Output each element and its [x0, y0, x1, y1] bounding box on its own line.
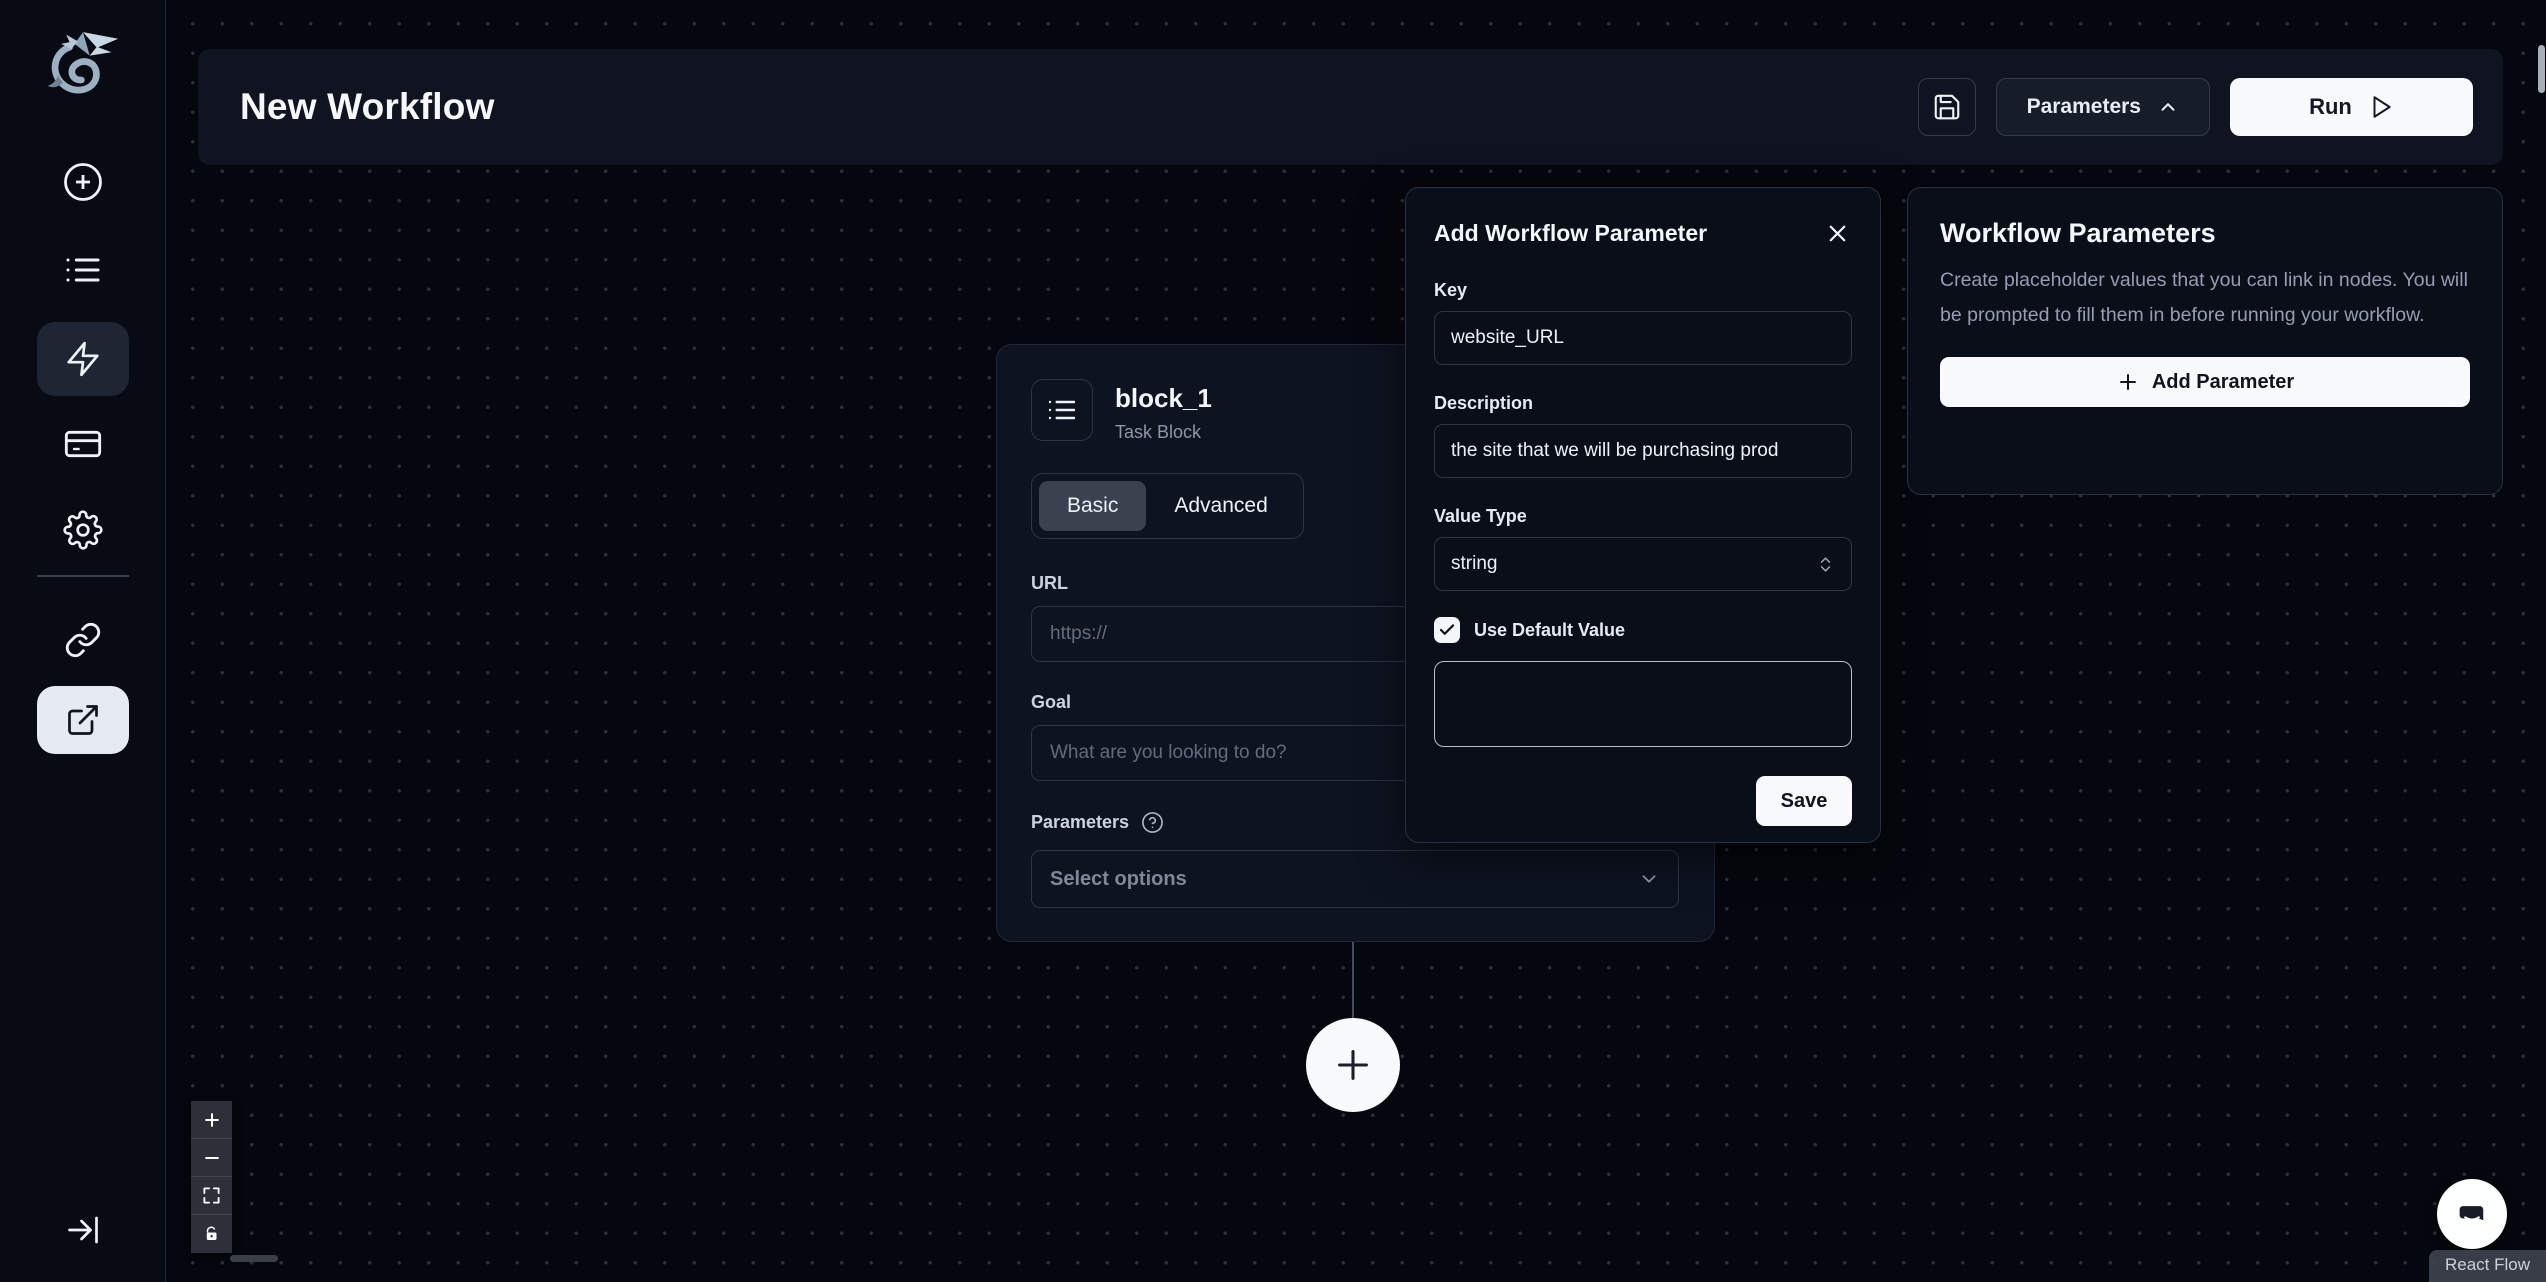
list-icon[interactable]	[61, 248, 105, 292]
value-type-value: string	[1451, 553, 1497, 575]
canvas-controls	[191, 1101, 232, 1253]
key-label: Key	[1434, 280, 1852, 301]
zoom-out-icon[interactable]	[191, 1139, 232, 1177]
sidebar-divider	[37, 575, 129, 577]
add-workflow-parameter-modal: Add Workflow Parameter Key Description V…	[1405, 187, 1881, 843]
use-default-label: Use Default Value	[1474, 620, 1625, 641]
chat-widget-button[interactable]	[2437, 1179, 2507, 1249]
save-button[interactable]: Save	[1756, 776, 1852, 826]
parameters-multiselect[interactable]: Select options	[1031, 850, 1679, 908]
parameters-label: Parameters	[1031, 812, 1129, 833]
run-button[interactable]: Run	[2230, 78, 2473, 136]
run-button-label: Run	[2309, 94, 2352, 120]
use-default-checkbox[interactable]	[1434, 617, 1460, 643]
description-input[interactable]	[1434, 424, 1852, 478]
react-flow-attribution[interactable]: React Flow	[2429, 1250, 2546, 1282]
link-icon[interactable]	[61, 618, 105, 662]
key-input[interactable]	[1434, 311, 1852, 365]
block-tab-group: Basic Advanced	[1031, 473, 1304, 539]
play-icon	[2368, 94, 2394, 120]
save-button[interactable]	[1918, 78, 1976, 136]
tab-advanced[interactable]: Advanced	[1146, 481, 1295, 531]
workflow-header: New Workflow Parameters Run	[198, 49, 2503, 165]
tab-basic[interactable]: Basic	[1039, 481, 1146, 531]
plus-circle-icon[interactable]	[61, 160, 105, 204]
add-parameter-label: Add Parameter	[2152, 371, 2294, 394]
modal-title: Add Workflow Parameter	[1434, 220, 1707, 247]
workflow-edge	[1352, 942, 1354, 1020]
zoom-in-icon[interactable]	[191, 1101, 232, 1139]
gear-icon[interactable]	[61, 508, 105, 552]
plus-icon	[1330, 1042, 1376, 1088]
value-type-label: Value Type	[1434, 506, 1852, 527]
workflow-parameters-panel: Workflow Parameters Create placeholder v…	[1907, 187, 2503, 495]
close-icon[interactable]	[1822, 218, 1852, 248]
panel-title: Workflow Parameters	[1940, 218, 2470, 249]
sidebar	[0, 0, 166, 1282]
page-title: New Workflow	[240, 86, 495, 128]
external-link-icon[interactable]	[37, 686, 129, 754]
chat-bubble-icon	[2454, 1196, 2490, 1232]
check-icon	[1438, 621, 1456, 639]
parameters-button-label: Parameters	[2027, 95, 2141, 119]
plus-icon	[2116, 370, 2140, 394]
fit-view-icon[interactable]	[191, 1177, 232, 1215]
floppy-disk-icon	[1932, 92, 1962, 122]
lock-icon[interactable]	[191, 1215, 232, 1253]
horizontal-scrollbar[interactable]	[230, 1255, 278, 1262]
add-parameter-button[interactable]: Add Parameter	[1940, 357, 2470, 407]
arrow-right-to-line-icon[interactable]	[61, 1208, 105, 1252]
chevron-up-icon	[2157, 96, 2179, 118]
skyvern-dragon-logo[interactable]	[41, 22, 125, 106]
chevrons-up-down-icon	[1816, 555, 1835, 574]
default-value-input[interactable]	[1434, 661, 1852, 747]
block-type: Task Block	[1115, 422, 1212, 443]
select-placeholder: Select options	[1050, 868, 1187, 891]
description-label: Description	[1434, 393, 1852, 414]
value-type-select[interactable]: string	[1434, 537, 1852, 591]
credit-card-icon[interactable]	[61, 422, 105, 466]
panel-description: Create placeholder values that you can l…	[1940, 263, 2470, 333]
list-icon	[1031, 379, 1093, 441]
lightning-icon[interactable]	[37, 322, 129, 396]
block-name: block_1	[1115, 383, 1212, 414]
chevron-down-icon	[1638, 868, 1660, 890]
parameters-toggle-button[interactable]: Parameters	[1996, 78, 2210, 136]
add-block-button[interactable]	[1306, 1018, 1400, 1112]
question-circle-icon[interactable]	[1141, 811, 1164, 834]
vertical-scrollbar[interactable]	[2538, 45, 2545, 93]
